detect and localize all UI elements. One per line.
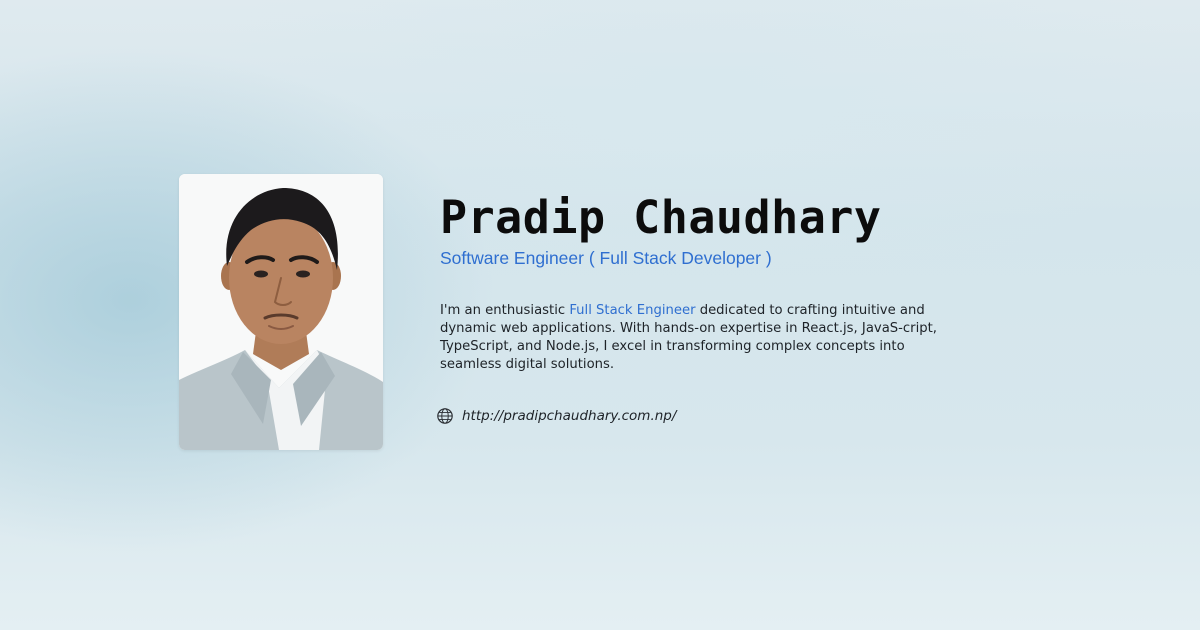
portrait-image bbox=[179, 174, 383, 450]
profile-bio: I'm an enthusiastic Full Stack Engineer … bbox=[440, 302, 940, 374]
globe-icon bbox=[437, 408, 453, 424]
website-url: http://pradipchaudhary.com.np/ bbox=[462, 408, 677, 424]
website-link[interactable]: http://pradipchaudhary.com.np/ bbox=[436, 405, 676, 427]
profile-role: Software Engineer ( Full Stack Developer… bbox=[440, 248, 772, 268]
profile-photo bbox=[179, 174, 383, 450]
profile-name: Pradip Chaudhary bbox=[440, 191, 882, 244]
bio-highlight: Full Stack Engineer bbox=[569, 303, 696, 318]
bio-intro: I'm an enthusiastic bbox=[440, 303, 570, 318]
